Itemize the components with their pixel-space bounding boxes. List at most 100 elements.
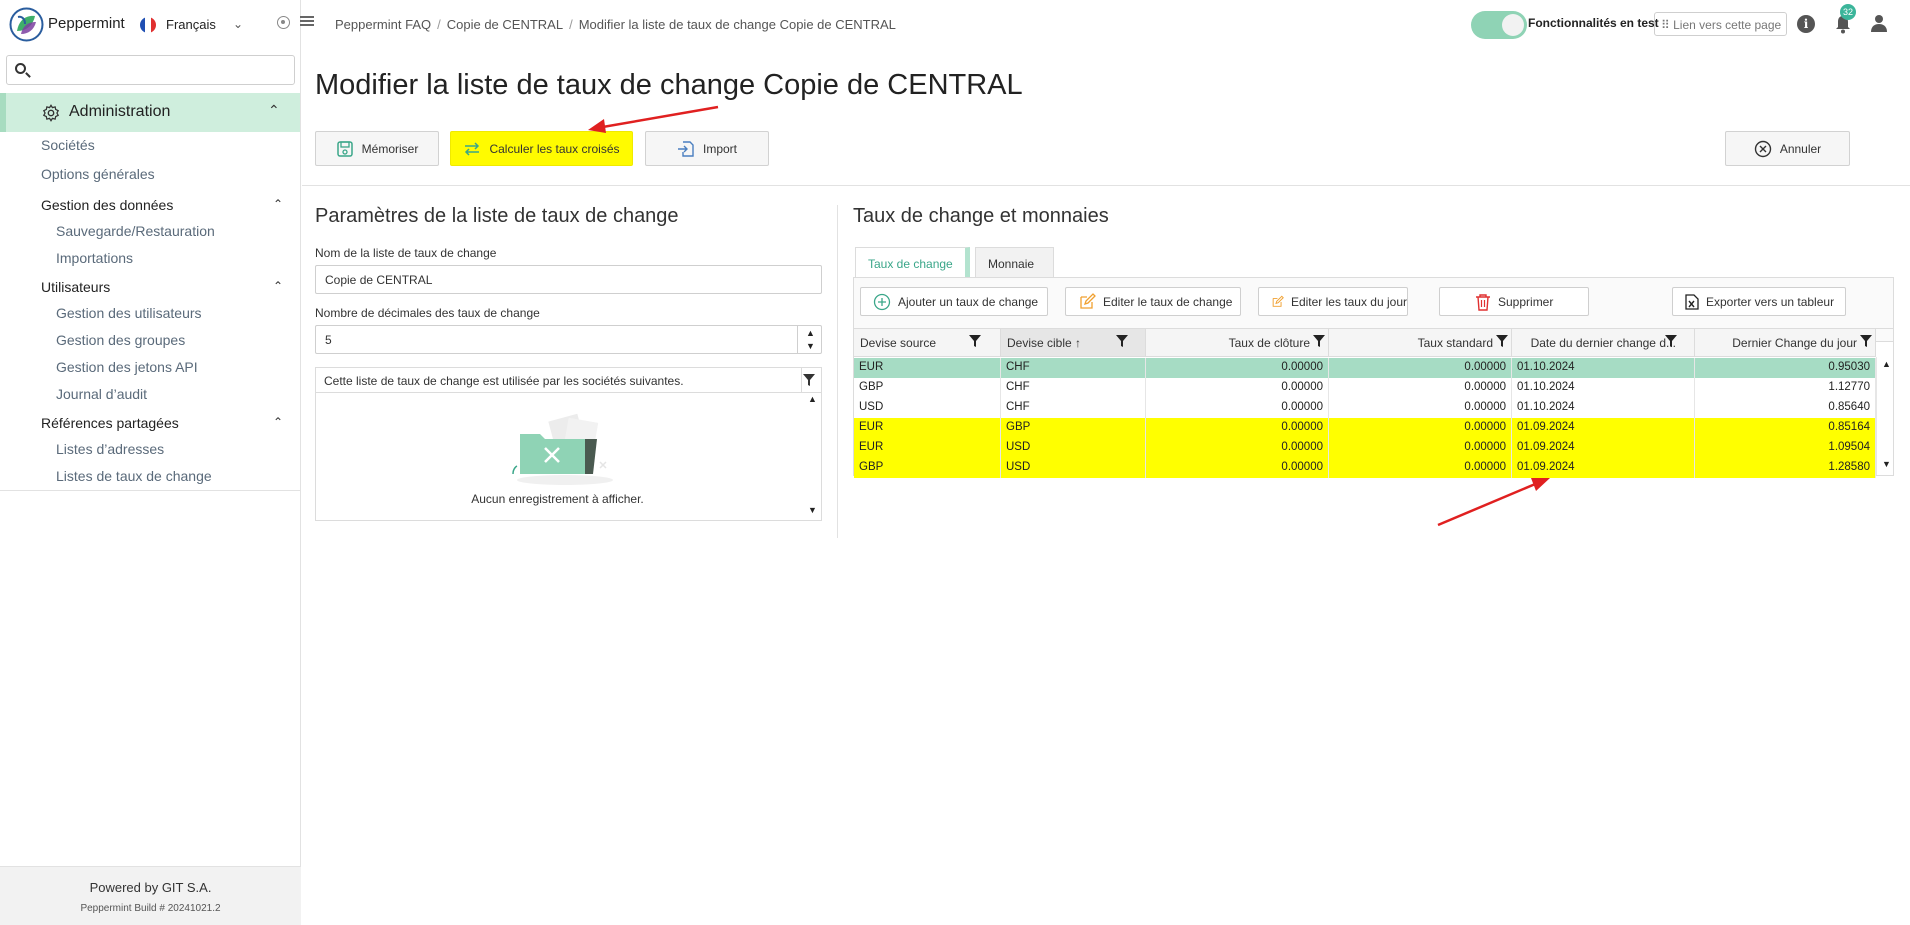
sidebar-search-input[interactable] (33, 60, 288, 80)
tab-exchange-rates[interactable]: Taux de change (855, 247, 970, 278)
cell-last-daily-change: 0.95030 (1695, 358, 1876, 378)
col-header-last-daily-change[interactable]: Dernier Change du jour (1695, 329, 1876, 356)
breadcrumb-item-current: Modifier la liste de taux de change Copi… (578, 17, 896, 32)
sidebar-item-sauvegarde[interactable]: Sauvegarde/Restauration (56, 223, 215, 239)
annotation-arrow (1437, 478, 1550, 527)
chevron-up-icon[interactable]: ⌃ (268, 102, 280, 119)
calculate-cross-rates-button[interactable]: Calculer les taux croisés (450, 131, 633, 166)
hamburger-menu-icon[interactable] (300, 14, 314, 28)
stepper-down-icon[interactable]: ▼ (806, 341, 815, 351)
sidebar-item-journal-audit[interactable]: Journal d’audit (56, 386, 147, 402)
sidebar-search (6, 55, 295, 85)
filter-icon[interactable] (1496, 335, 1508, 348)
cell-source: USD (854, 398, 1001, 418)
language-select[interactable]: Français (166, 17, 216, 32)
tab-currency[interactable]: Monnaie (975, 247, 1054, 278)
test-features-toggle[interactable] (1471, 11, 1527, 39)
col-header-label: Dernier Change du jour (1732, 336, 1857, 350)
cell-closing-rate: 0.00000 (1146, 418, 1329, 438)
col-header-standard-rate[interactable]: Taux standard (1329, 329, 1512, 356)
sidebar-item-listes-taux[interactable]: Listes de taux de change (56, 468, 212, 484)
table-row[interactable]: EUR GBP 0.00000 0.00000 01.09.2024 0.85164 (854, 418, 1876, 438)
decimals-stepper[interactable]: ▲ ▼ (797, 325, 822, 354)
edit-daily-rates-button[interactable]: Editer les taux du jour (1258, 287, 1408, 316)
scroll-up-icon[interactable]: ▲ (1882, 359, 1891, 369)
col-header-closing-rate[interactable]: Taux de clôture (1146, 329, 1329, 356)
cell-last-change-date: 01.09.2024 (1512, 418, 1695, 438)
table-row[interactable]: EUR CHF 0.00000 0.00000 01.10.2024 0.95030 (854, 358, 1876, 378)
import-button[interactable]: Import (645, 131, 769, 166)
filter-icon[interactable] (1313, 335, 1325, 348)
app-window: Peppermint Français ⌄ Administration ⌃ S… (0, 0, 1910, 925)
user-icon[interactable] (1870, 14, 1888, 32)
grid-scrollbar[interactable]: ▲ ▼ (1876, 357, 1893, 475)
sidebar-section-administration[interactable]: Administration ⌃ (0, 93, 300, 132)
sidebar-footer: Powered by GIT S.A. Peppermint Build # 2… (0, 866, 301, 925)
cell-last-change-date: 01.10.2024 (1512, 398, 1695, 418)
cancel-button[interactable]: Annuler (1725, 131, 1850, 166)
sidebar-group-gestion-donnees[interactable]: Gestion des données (41, 197, 173, 213)
pin-icon[interactable] (277, 16, 290, 29)
scroll-down-icon[interactable]: ▼ (808, 505, 817, 515)
save-button-label: Mémoriser (361, 141, 419, 156)
build-number: Peppermint Build # 20241021.2 (80, 903, 221, 914)
filter-icon[interactable] (969, 335, 981, 348)
chevron-up-icon[interactable]: ⌃ (273, 415, 283, 429)
sidebar-group-utilisateurs[interactable]: Utilisateurs (41, 279, 110, 295)
save-icon (336, 140, 353, 157)
grid-header: Devise source Devise cible ↑ Taux de clô… (854, 329, 1876, 357)
chevron-up-icon[interactable]: ⌃ (273, 197, 283, 211)
plus-circle-icon (873, 293, 891, 310)
peppermint-logo-icon[interactable] (9, 7, 44, 42)
sidebar-section-label: Administration (69, 103, 171, 120)
info-icon[interactable]: i (1797, 15, 1815, 33)
sidebar-item-gestion-jetons[interactable]: Gestion des jetons API (56, 359, 198, 375)
table-row[interactable]: GBP USD 0.00000 0.00000 01.09.2024 1.28580 (854, 458, 1876, 478)
stepper-up-icon[interactable]: ▲ (806, 328, 815, 338)
page-link-button[interactable]: ⠿ Lien vers cette page (1654, 12, 1787, 36)
cell-target: CHF (1001, 378, 1146, 398)
breadcrumb-item[interactable]: Peppermint FAQ (335, 17, 431, 32)
sidebar-item-importations[interactable]: Importations (56, 250, 133, 266)
empty-folder-icon (512, 413, 613, 485)
sidebar-item-gestion-groupes[interactable]: Gestion des groupes (56, 332, 185, 348)
col-header-label: Taux de clôture (1228, 336, 1310, 350)
save-button[interactable]: Mémoriser (315, 131, 439, 166)
sidebar-item-listes-adresses[interactable]: Listes d’adresses (56, 441, 164, 457)
sidebar-item-options[interactable]: Options générales (41, 166, 155, 182)
sidebar-item-gestion-utilisateurs[interactable]: Gestion des utilisateurs (56, 305, 202, 321)
rates-section-title: Taux de change et monnaies (853, 205, 1109, 227)
add-rate-button[interactable]: Ajouter un taux de change (860, 287, 1048, 316)
used-by-header: Cette liste de taux de change est utilis… (316, 368, 821, 393)
filter-icon[interactable] (1116, 335, 1128, 348)
scroll-down-icon[interactable]: ▼ (1882, 459, 1891, 469)
empty-state-text: Aucun enregistrement à afficher. (471, 492, 644, 506)
sidebar-item-societes[interactable]: Sociétés (41, 137, 95, 153)
table-row[interactable]: EUR USD 0.00000 0.00000 01.09.2024 1.09504 (854, 438, 1876, 458)
table-row[interactable]: USD CHF 0.00000 0.00000 01.10.2024 0.85640 (854, 398, 1876, 418)
filter-icon[interactable] (802, 373, 816, 387)
chevron-down-icon[interactable]: ⌄ (233, 17, 243, 31)
breadcrumb-item[interactable]: Copie de CENTRAL (447, 17, 563, 32)
export-spreadsheet-button[interactable]: Exporter vers un tableur (1672, 287, 1846, 316)
sidebar-group-references[interactable]: Références partagées (41, 415, 179, 431)
cell-last-daily-change: 0.85164 (1695, 418, 1876, 438)
col-header-label: Taux standard (1417, 336, 1493, 350)
chevron-up-icon[interactable]: ⌃ (273, 279, 283, 293)
col-header-label: Devise source (860, 336, 937, 350)
powered-by: Powered by GIT S.A. (89, 880, 212, 895)
list-name-input[interactable]: Copie de CENTRAL (315, 265, 822, 294)
cell-standard-rate: 0.00000 (1329, 378, 1512, 398)
filter-icon[interactable] (1860, 335, 1872, 348)
cell-target: USD (1001, 438, 1146, 458)
cell-standard-rate: 0.00000 (1329, 458, 1512, 478)
edit-rate-button[interactable]: Editer le taux de change (1065, 287, 1241, 316)
cell-last-change-date: 01.09.2024 (1512, 458, 1695, 478)
delete-button[interactable]: Supprimer (1439, 287, 1589, 316)
cell-last-daily-change: 1.28580 (1695, 458, 1876, 478)
page-title: Modifier la liste de taux de change Copi… (315, 69, 1023, 101)
scroll-up-icon[interactable]: ▲ (808, 394, 817, 404)
decimals-input[interactable]: 5 (315, 325, 822, 354)
table-row[interactable]: GBP CHF 0.00000 0.00000 01.10.2024 1.12770 (854, 378, 1876, 398)
filter-icon[interactable] (1665, 335, 1677, 348)
